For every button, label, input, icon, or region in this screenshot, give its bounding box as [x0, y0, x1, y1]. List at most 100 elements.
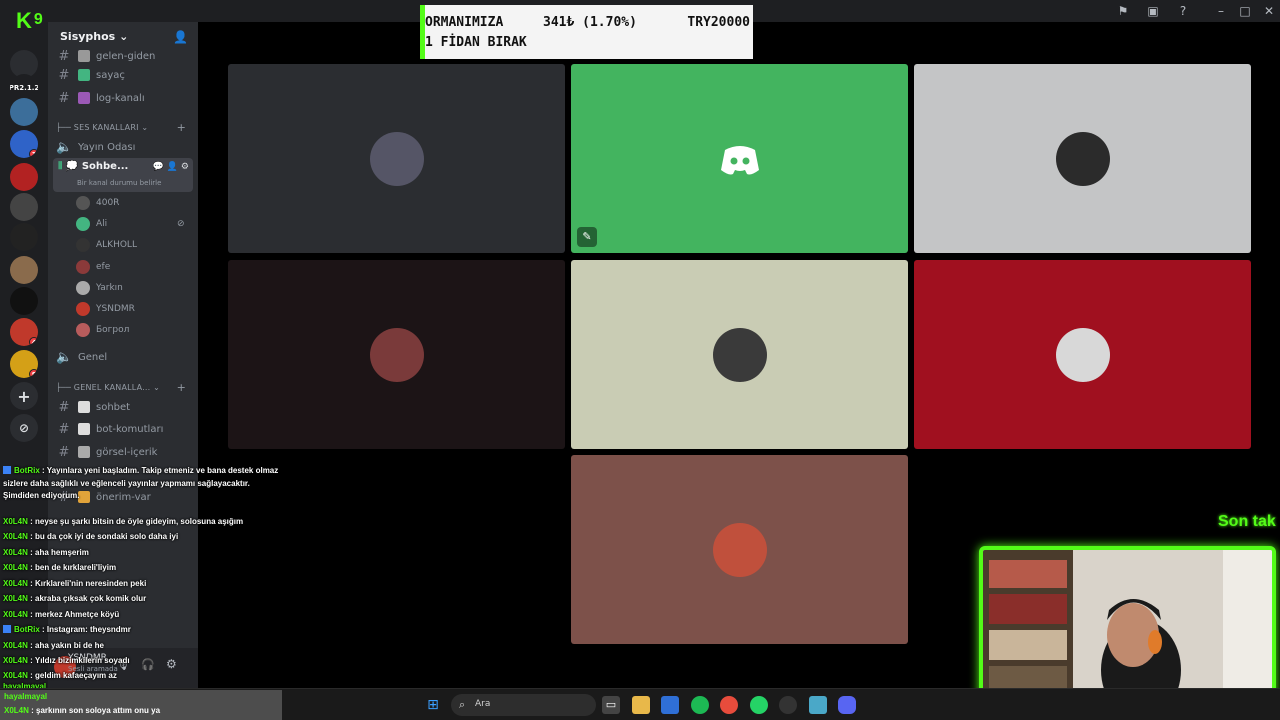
stream-chat-tail: hayalmayal X0L4N : şarkının son soloya a…: [0, 690, 282, 720]
voice-member[interactable]: 400R: [76, 194, 119, 212]
participant-tile[interactable]: [228, 64, 565, 253]
server-icon[interactable]: [10, 223, 38, 251]
taskbar-search[interactable]: ⌕ Ara: [451, 694, 596, 716]
server-icon[interactable]: [10, 163, 38, 191]
chat-text: şarkının son soloya attım onu ya: [36, 706, 161, 715]
chat-username: X0L4N: [3, 610, 28, 619]
channel-sohbet[interactable]: # sohbet: [56, 397, 196, 417]
speaker-icon: 🔈: [56, 139, 73, 155]
explore-icon[interactable]: ⊘: [10, 414, 38, 442]
avatar: [76, 217, 90, 231]
chat-username: BotRix: [14, 466, 40, 475]
maximize-icon[interactable]: □: [1237, 3, 1253, 19]
invite-icon[interactable]: 👤: [173, 30, 188, 44]
voice-actions[interactable]: 💬 👤 ⚙: [153, 162, 189, 172]
windows-start-icon[interactable]: ⊞: [424, 696, 442, 714]
channel-label: bot-komutları: [96, 423, 164, 435]
voice-channel-yayin-odasi[interactable]: 🔈 Yayın Odası: [56, 137, 196, 157]
minimize-icon[interactable]: –: [1213, 3, 1229, 19]
participant-tile[interactable]: ✎: [571, 64, 908, 253]
member-name: efe: [96, 262, 111, 272]
voice-member[interactable]: Yarkın: [76, 279, 123, 297]
channel-label: Genel: [78, 351, 108, 363]
participant-tile[interactable]: [571, 260, 908, 449]
add-server-icon[interactable]: +: [10, 382, 38, 410]
chat-username: BotRix: [14, 625, 40, 634]
channel-bot-komutlari[interactable]: # bot-komutları: [56, 419, 196, 439]
channel-emoji-icon: [78, 423, 90, 435]
voice-member[interactable]: efe: [76, 258, 110, 276]
server-name[interactable]: Sisyphos ⌄: [60, 30, 128, 43]
avatar: [713, 132, 767, 186]
file-explorer-icon[interactable]: [632, 696, 650, 714]
hash-icon: #: [58, 48, 70, 64]
chrome-icon[interactable]: [720, 696, 738, 714]
channel-emoji-icon: [78, 69, 90, 81]
chat-text: bu da çok iyi de sondaki solo daha iyi: [35, 532, 179, 541]
muted-icon: ⊘: [177, 219, 185, 229]
store-icon[interactable]: [661, 696, 679, 714]
chat-username: X0L4N: [3, 641, 28, 650]
obs-icon[interactable]: [779, 696, 797, 714]
voice-member[interactable]: Ali ⊘: [76, 215, 185, 233]
member-name: Ali: [96, 219, 108, 229]
participant-tile[interactable]: [914, 260, 1251, 449]
chat-message: X0L4N : neyse şu şarkı bitsin de öyle gi…: [3, 517, 244, 526]
channel-emoji-icon: [78, 401, 90, 413]
chat-username: X0L4N: [3, 548, 28, 557]
category-ses-kanallari[interactable]: ├── SES KANALLARI ⌄ +: [56, 121, 196, 134]
network-icon[interactable]: [809, 696, 827, 714]
voice-channel-sohbet-active[interactable]: ⦀ 💭 Sohbe... 💬 👤 ⚙ Bir kanal durumu beli…: [53, 158, 193, 192]
participant-tile[interactable]: [914, 64, 1251, 253]
channel-label: Yayın Odası: [78, 141, 136, 153]
participant-tile[interactable]: [571, 455, 908, 644]
avatar: [1055, 327, 1110, 382]
chat-username: X0L4N: [3, 671, 28, 680]
banner-amount: 341₺ (1.70%): [543, 15, 637, 30]
voice-member[interactable]: ALKHOLL: [76, 236, 137, 254]
channel-label: gelen-giden: [96, 50, 156, 62]
channel-gorsel-icerik[interactable]: # görsel-içerik: [56, 442, 196, 462]
chat-message: X0L4N : merkez Ahmetçe köyü: [3, 610, 120, 619]
server-icon[interactable]: 8: [10, 350, 38, 378]
chat-text: geldim kafaeçayım az: [35, 671, 117, 680]
chat-username: X0L4N: [3, 579, 28, 588]
voice-status[interactable]: Bir kanal durumu belirle: [77, 179, 161, 187]
category-genel-kanallar[interactable]: ├── GENEL KANALLA... ⌄ +: [56, 381, 196, 394]
spotify-icon[interactable]: [691, 696, 709, 714]
avatar: [1055, 131, 1110, 186]
whatsapp-icon[interactable]: [750, 696, 768, 714]
add-channel-icon[interactable]: +: [177, 381, 186, 394]
server-icon[interactable]: [10, 193, 38, 221]
channel-sayac[interactable]: # sayaç: [56, 65, 196, 85]
bot-badge-icon: [3, 625, 11, 633]
member-name: YSNDMR: [96, 304, 135, 314]
chat-message: X0L4N : akraba çıksak çok komik olur: [3, 594, 147, 603]
participant-tile[interactable]: [228, 260, 565, 449]
avatar: [76, 196, 90, 210]
add-channel-icon[interactable]: +: [177, 121, 186, 134]
voice-member[interactable]: Богрол: [76, 321, 129, 339]
server-icon[interactable]: 1: [10, 130, 38, 158]
voice-member[interactable]: YSNDMR: [76, 300, 135, 318]
discord-icon[interactable]: [838, 696, 856, 714]
voice-activity-icon: ⦀: [58, 161, 63, 172]
channel-label: görsel-içerik: [96, 446, 158, 458]
voice-channel-genel[interactable]: 🔈 Genel: [56, 347, 196, 367]
server-icon[interactable]: [10, 287, 38, 315]
channel-gelen-giden[interactable]: # gelen-giden: [56, 46, 196, 66]
hash-icon: #: [58, 421, 70, 437]
help-icon[interactable]: ?: [1175, 3, 1191, 19]
discord-logo-icon: [720, 145, 759, 174]
server-icon[interactable]: [10, 256, 38, 284]
channel-log-kanali[interactable]: # log-kanalı: [56, 88, 196, 108]
server-icon[interactable]: [10, 98, 38, 126]
chat-text: ben de kırklareli'liyim: [35, 563, 117, 572]
hash-icon: #: [58, 90, 70, 106]
close-icon[interactable]: ✕: [1261, 3, 1277, 19]
inbox-icon[interactable]: ⚑: [1115, 3, 1131, 19]
server-icon[interactable]: 4: [10, 318, 38, 346]
task-view-icon[interactable]: ▭: [602, 696, 620, 714]
avatar: [369, 327, 424, 382]
screen-icon[interactable]: ▣: [1145, 3, 1161, 19]
